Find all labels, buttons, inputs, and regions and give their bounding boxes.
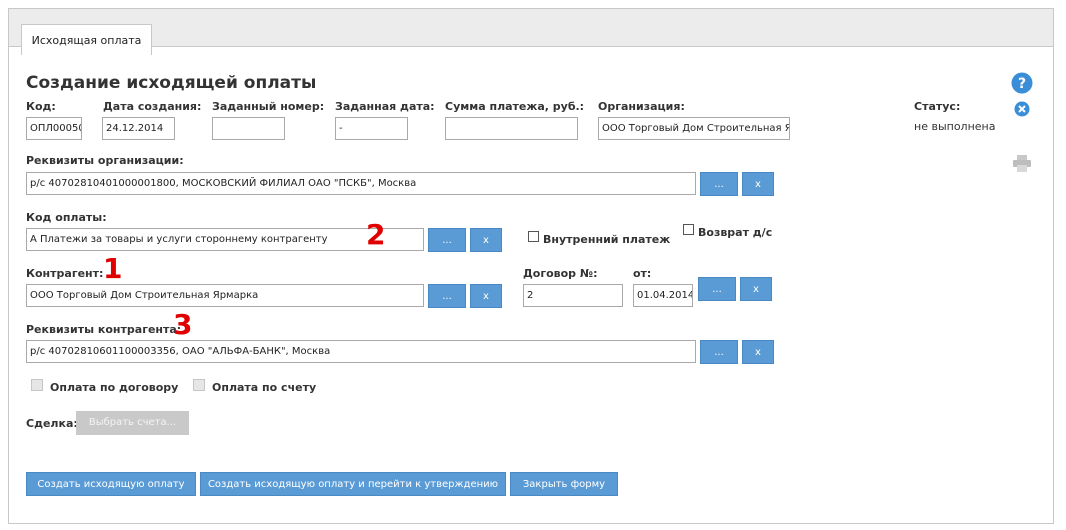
created-date-input[interactable]: 24.12.2014 — [102, 117, 175, 140]
create-and-approve-button[interactable]: Создать исходящую оплату и перейти к утв… — [200, 472, 506, 496]
payment-code-input[interactable]: А Платежи за товары и услуги стороннему … — [26, 228, 424, 251]
org-requisites-clear-button[interactable]: x — [742, 172, 774, 196]
counterparty-input[interactable]: ООО Торговый Дом Строительная Ярмарка — [26, 284, 424, 307]
pay-by-invoice-checkbox[interactable] — [193, 379, 205, 391]
contract-from-label: от: — [633, 267, 652, 280]
payment-code-clear-button[interactable]: x — [470, 228, 502, 252]
internal-payment-label: Внутренний платеж — [543, 233, 671, 246]
cp-requisites-input[interactable]: р/с 40702810601100003356, ОАО "АЛЬФА-БАН… — [26, 340, 696, 363]
set-date-input[interactable]: - — [335, 117, 408, 140]
svg-text:?: ? — [1018, 76, 1026, 92]
internal-payment-checkbox[interactable] — [528, 231, 539, 242]
contract-clear-button[interactable]: x — [740, 277, 772, 301]
organization-label: Организация: — [598, 100, 685, 113]
contract-date-input[interactable]: 01.04.2014 — [633, 284, 693, 307]
cp-requisites-clear-button[interactable]: x — [742, 340, 774, 364]
annotation-1: 1 — [103, 252, 123, 285]
cp-requisites-browse-button[interactable]: ... — [700, 340, 738, 364]
counterparty-label: Контрагент: — [26, 267, 104, 280]
deal-label: Сделка: — [26, 417, 78, 430]
set-date-label: Заданная дата: — [335, 100, 435, 113]
counterparty-browse-button[interactable]: ... — [428, 284, 466, 308]
contract-number-label: Договор №: — [523, 267, 598, 280]
help-icon[interactable]: ? — [1011, 72, 1033, 97]
printer-icon[interactable] — [1013, 155, 1031, 175]
select-invoices-button[interactable]: Выбрать счета... — [76, 411, 189, 435]
pay-by-contract-label: Оплата по договору — [50, 381, 179, 394]
close-circle-icon[interactable] — [1014, 101, 1030, 120]
organization-input[interactable]: ООО Торговый Дом Строительная Я — [598, 117, 790, 140]
create-payment-button[interactable]: Создать исходящую оплату — [26, 472, 196, 496]
code-input[interactable]: ОПЛ00050( — [26, 117, 82, 140]
page-title: Создание исходящей оплаты — [26, 73, 317, 93]
contract-number-input[interactable]: 2 — [523, 284, 623, 307]
refund-checkbox[interactable] — [683, 224, 694, 235]
pay-by-invoice-label: Оплата по счету — [212, 381, 317, 394]
amount-label: Сумма платежа, руб.: — [445, 100, 585, 113]
org-requisites-input[interactable]: р/с 40702810401000001800, МОСКОВСКИЙ ФИЛ… — [26, 172, 696, 195]
counterparty-clear-button[interactable]: x — [470, 284, 502, 308]
contract-browse-button[interactable]: ... — [698, 277, 736, 301]
tab-outgoing-payment[interactable]: Исходящая оплата — [21, 24, 152, 55]
close-form-button[interactable]: Закрыть форму — [510, 472, 618, 496]
org-requisites-label: Реквизиты организации: — [26, 154, 184, 167]
amount-input[interactable] — [445, 117, 578, 140]
tab-strip: Исходящая оплата — [9, 9, 1053, 55]
cp-requisites-label: Реквизиты контрагента: — [26, 323, 182, 336]
payment-code-browse-button[interactable]: ... — [428, 228, 466, 252]
org-requisites-browse-button[interactable]: ... — [700, 172, 738, 196]
set-number-label: Заданный номер: — [212, 100, 325, 113]
status-label: Статус: — [914, 100, 961, 113]
status-value: не выполнена — [914, 120, 996, 133]
code-label: Код: — [26, 100, 56, 113]
annotation-2: 2 — [366, 218, 386, 251]
payment-code-label: Код оплаты: — [26, 211, 107, 224]
set-number-input[interactable] — [212, 117, 285, 140]
annotation-3: 3 — [173, 308, 193, 341]
refund-label: Возврат д/с — [698, 226, 773, 239]
created-label: Дата создания: — [103, 100, 202, 113]
pay-by-contract-checkbox[interactable] — [31, 379, 43, 391]
